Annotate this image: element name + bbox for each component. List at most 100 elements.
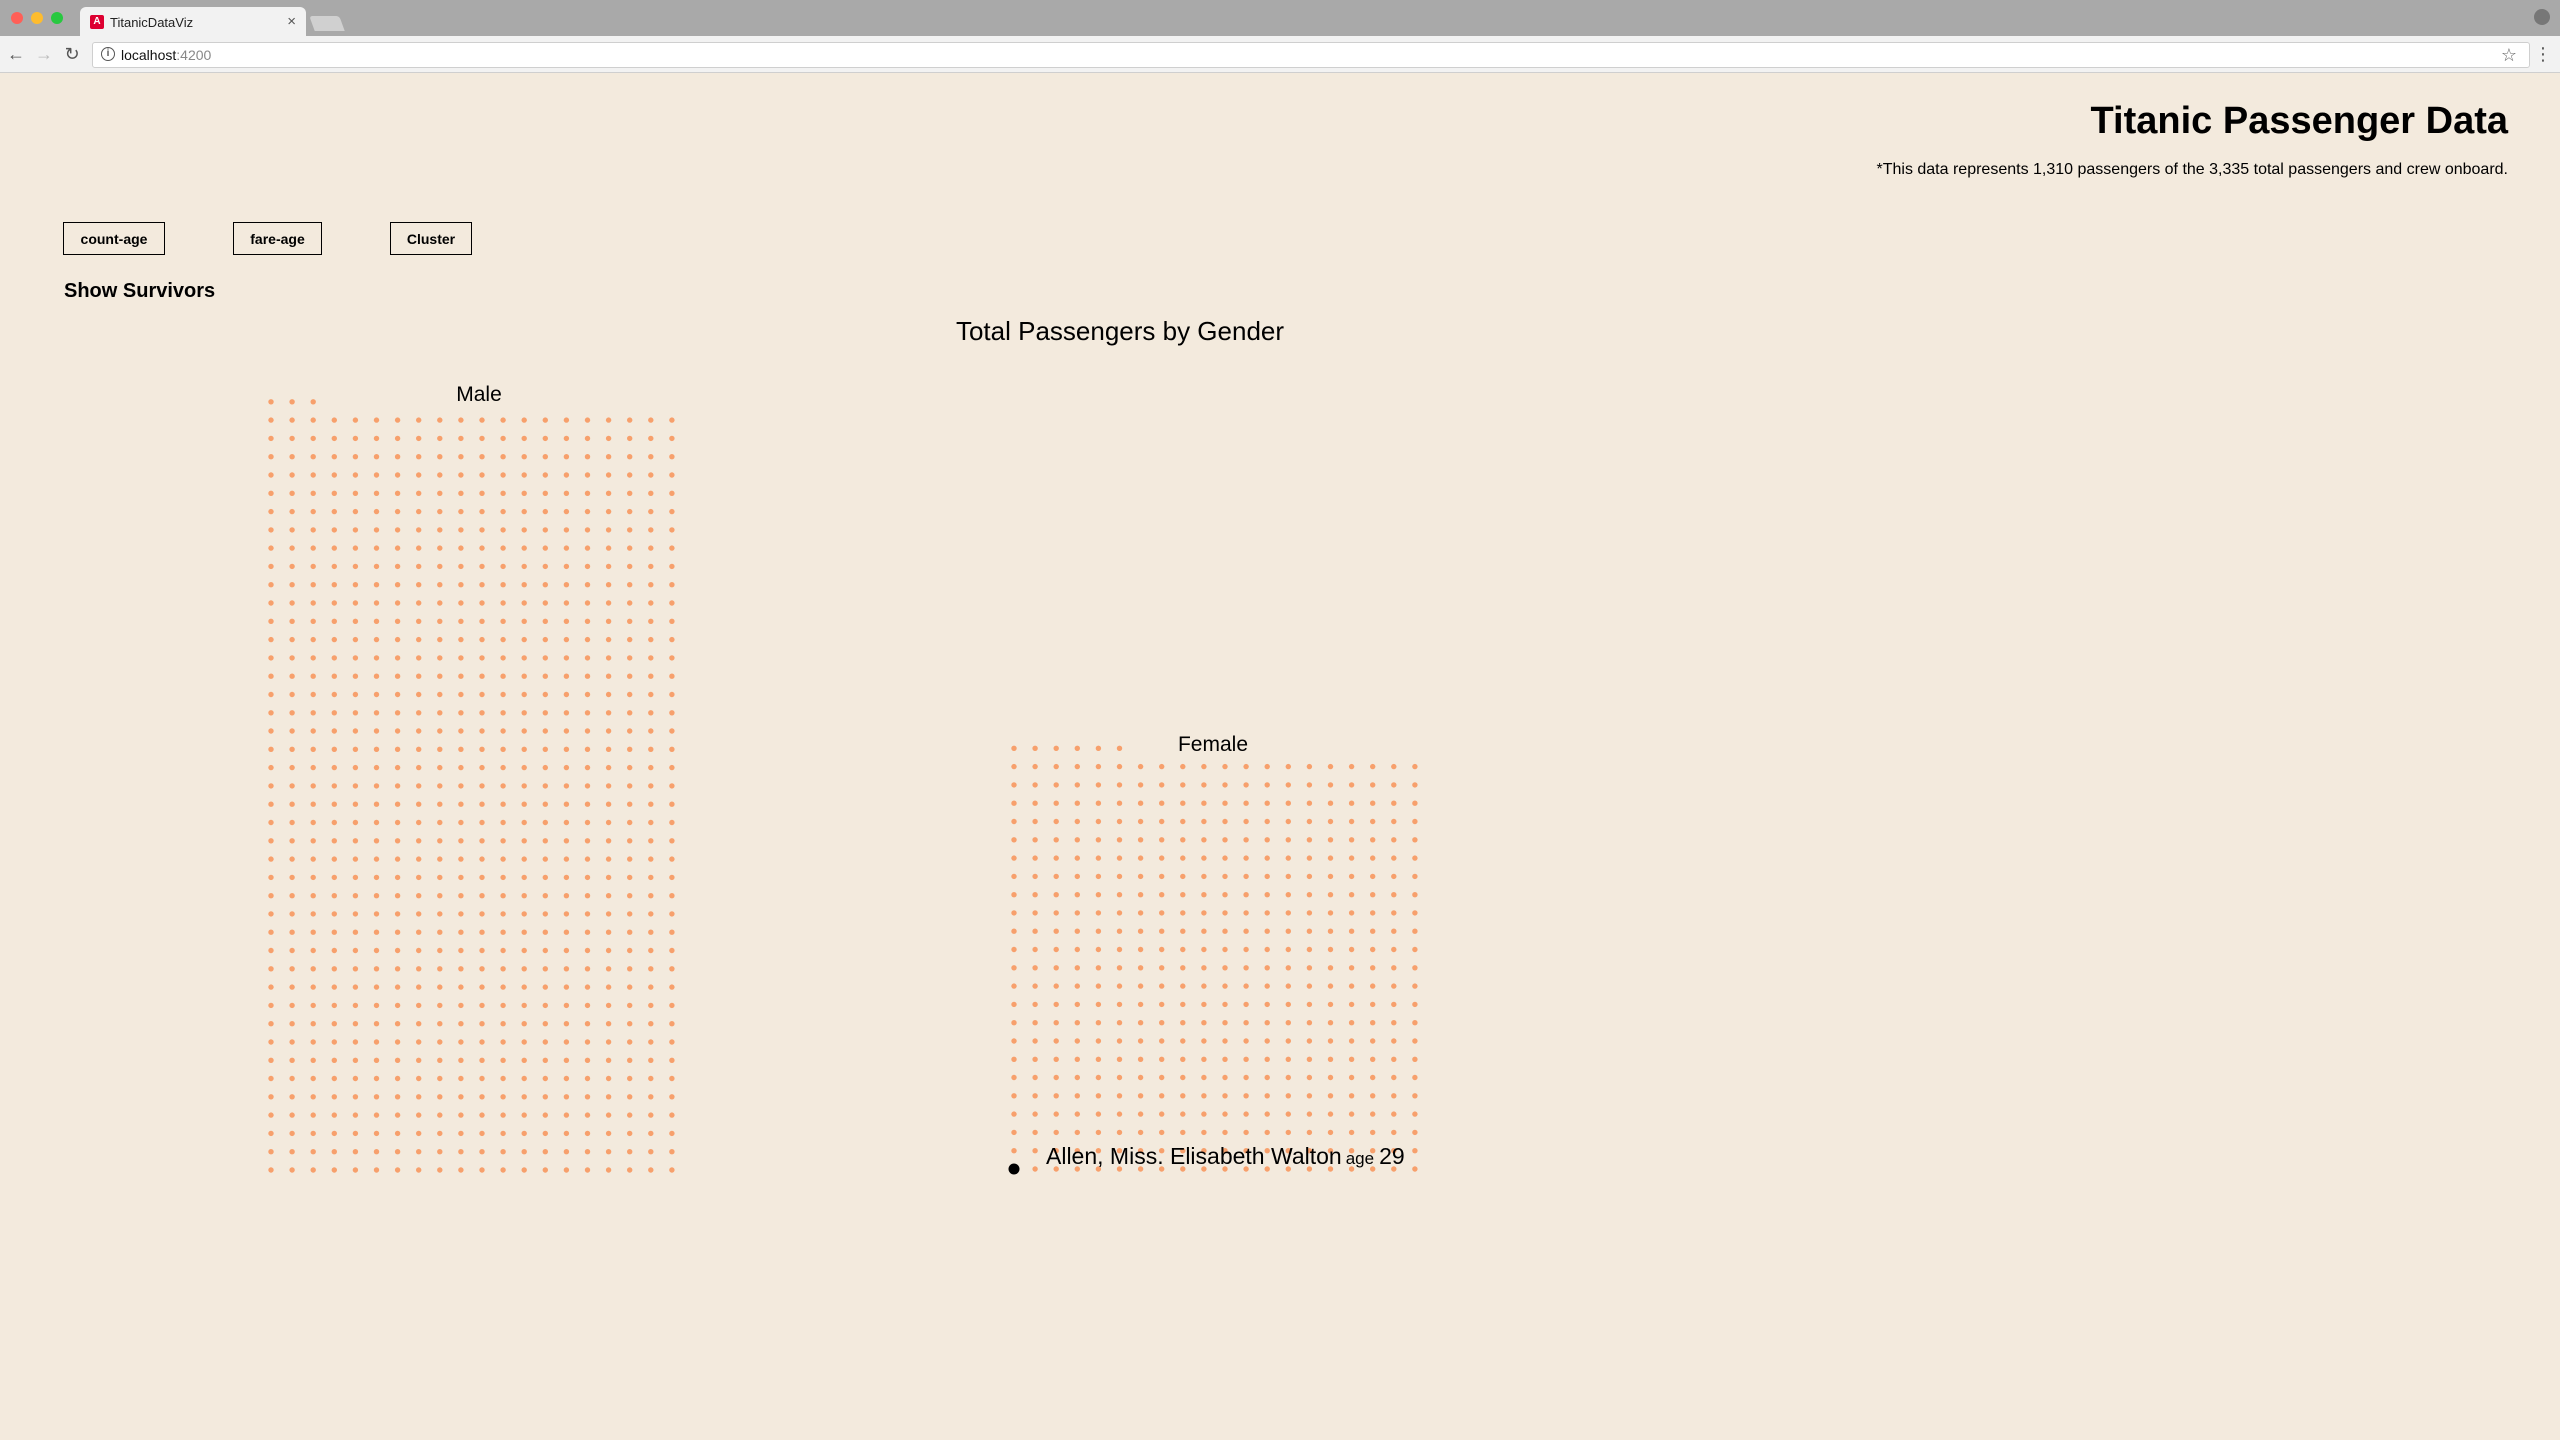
female-passenger-dot[interactable] bbox=[1264, 928, 1270, 934]
female-passenger-dot[interactable] bbox=[1137, 1001, 1144, 1008]
female-passenger-dot[interactable] bbox=[1222, 1038, 1228, 1044]
male-passenger-dot[interactable] bbox=[289, 1057, 295, 1064]
male-passenger-dot[interactable] bbox=[627, 893, 633, 899]
male-passenger-dot[interactable] bbox=[479, 636, 485, 643]
female-passenger-dot[interactable] bbox=[1222, 1001, 1228, 1008]
female-passenger-dot[interactable] bbox=[1348, 837, 1355, 843]
male-passenger-dot[interactable] bbox=[352, 984, 359, 990]
male-passenger-dot[interactable] bbox=[437, 1149, 443, 1155]
male-passenger-dot[interactable] bbox=[605, 1057, 612, 1064]
male-passenger-dot[interactable] bbox=[648, 947, 654, 954]
male-passenger-dot[interactable] bbox=[627, 1002, 633, 1009]
female-passenger-dot[interactable] bbox=[1137, 965, 1144, 971]
female-passenger-dot[interactable] bbox=[1412, 800, 1418, 806]
male-passenger-dot[interactable] bbox=[289, 893, 295, 899]
male-passenger-dot[interactable] bbox=[437, 563, 443, 570]
male-passenger-dot[interactable] bbox=[437, 893, 443, 899]
male-passenger-dot[interactable] bbox=[500, 545, 506, 551]
female-passenger-dot[interactable] bbox=[1327, 763, 1334, 770]
female-passenger-dot[interactable] bbox=[1159, 855, 1165, 861]
male-passenger-dot[interactable] bbox=[373, 1002, 380, 1009]
female-passenger-dot[interactable] bbox=[1285, 1001, 1292, 1008]
male-passenger-dot[interactable] bbox=[500, 1112, 506, 1118]
male-passenger-dot[interactable] bbox=[648, 582, 654, 588]
male-passenger-dot[interactable] bbox=[669, 545, 675, 551]
female-passenger-dot[interactable] bbox=[1180, 928, 1186, 934]
female-passenger-dot[interactable] bbox=[1032, 1166, 1038, 1172]
male-passenger-dot[interactable] bbox=[331, 545, 337, 551]
male-passenger-dot[interactable] bbox=[521, 1021, 527, 1027]
male-passenger-dot[interactable] bbox=[268, 893, 274, 899]
male-passenger-dot[interactable] bbox=[542, 545, 548, 551]
male-passenger-dot[interactable] bbox=[289, 490, 295, 496]
male-passenger-dot[interactable] bbox=[669, 472, 675, 478]
male-passenger-dot[interactable] bbox=[331, 1112, 337, 1118]
male-passenger-dot[interactable] bbox=[563, 764, 570, 771]
female-passenger-dot[interactable] bbox=[1327, 1001, 1334, 1008]
female-passenger-dot[interactable] bbox=[1053, 1020, 1059, 1026]
male-passenger-dot[interactable] bbox=[479, 911, 485, 917]
female-passenger-dot[interactable] bbox=[1285, 855, 1292, 861]
female-passenger-dot[interactable] bbox=[1327, 818, 1334, 825]
male-passenger-dot[interactable] bbox=[289, 1039, 295, 1045]
male-passenger-dot[interactable] bbox=[394, 783, 401, 789]
male-passenger-dot[interactable] bbox=[289, 582, 295, 588]
male-passenger-dot[interactable] bbox=[458, 947, 464, 954]
female-passenger-dot[interactable] bbox=[1348, 818, 1355, 825]
male-passenger-dot[interactable] bbox=[416, 1002, 422, 1009]
female-passenger-dot[interactable] bbox=[1053, 983, 1059, 989]
male-passenger-dot[interactable] bbox=[584, 966, 591, 972]
female-passenger-dot[interactable] bbox=[1264, 800, 1270, 806]
male-passenger-dot[interactable] bbox=[563, 1057, 570, 1064]
female-passenger-dot[interactable] bbox=[1053, 965, 1059, 971]
male-passenger-dot[interactable] bbox=[458, 454, 464, 460]
female-passenger-dot[interactable] bbox=[1032, 818, 1038, 825]
male-passenger-dot[interactable] bbox=[500, 1149, 506, 1155]
male-passenger-dot[interactable] bbox=[563, 490, 570, 496]
female-passenger-dot[interactable] bbox=[1159, 1001, 1165, 1008]
male-passenger-dot[interactable] bbox=[331, 417, 337, 423]
female-passenger-dot[interactable] bbox=[1285, 1020, 1292, 1026]
male-passenger-dot[interactable] bbox=[479, 1057, 485, 1064]
male-passenger-dot[interactable] bbox=[310, 801, 316, 807]
male-passenger-dot[interactable] bbox=[352, 838, 359, 844]
male-passenger-dot[interactable] bbox=[542, 655, 548, 661]
male-passenger-dot[interactable] bbox=[669, 1057, 675, 1064]
male-passenger-dot[interactable] bbox=[458, 1167, 464, 1173]
male-passenger-dot[interactable] bbox=[584, 435, 591, 442]
male-passenger-dot[interactable] bbox=[268, 527, 274, 533]
male-passenger-dot[interactable] bbox=[563, 582, 570, 588]
female-passenger-dot[interactable] bbox=[1032, 1148, 1038, 1154]
male-passenger-dot[interactable] bbox=[268, 636, 274, 643]
male-passenger-dot[interactable] bbox=[521, 490, 527, 496]
male-passenger-dot[interactable] bbox=[648, 527, 654, 533]
female-passenger-dot[interactable] bbox=[1116, 928, 1123, 934]
male-passenger-dot[interactable] bbox=[521, 728, 527, 734]
male-passenger-dot[interactable] bbox=[521, 600, 527, 606]
male-passenger-dot[interactable] bbox=[563, 874, 570, 881]
female-passenger-dot[interactable] bbox=[1391, 782, 1397, 788]
male-passenger-dot[interactable] bbox=[394, 947, 401, 954]
male-passenger-dot[interactable] bbox=[373, 1094, 380, 1100]
male-passenger-dot[interactable] bbox=[352, 1057, 359, 1064]
male-passenger-dot[interactable] bbox=[605, 947, 612, 954]
male-passenger-dot[interactable] bbox=[394, 856, 401, 862]
male-passenger-dot[interactable] bbox=[394, 874, 401, 881]
female-passenger-dot[interactable] bbox=[1137, 928, 1144, 934]
female-passenger-dot[interactable] bbox=[1222, 910, 1228, 916]
male-passenger-dot[interactable] bbox=[352, 618, 359, 624]
male-passenger-dot[interactable] bbox=[479, 764, 485, 771]
female-passenger-dot[interactable] bbox=[1074, 965, 1081, 971]
female-passenger-dot[interactable] bbox=[1222, 892, 1228, 898]
male-passenger-dot[interactable] bbox=[394, 764, 401, 771]
male-passenger-dot[interactable] bbox=[500, 1094, 506, 1100]
male-passenger-dot[interactable] bbox=[605, 636, 612, 643]
male-passenger-dot[interactable] bbox=[563, 691, 570, 698]
male-passenger-dot[interactable] bbox=[542, 600, 548, 606]
male-passenger-dot[interactable] bbox=[394, 490, 401, 496]
female-passenger-dot[interactable] bbox=[1264, 892, 1270, 898]
male-passenger-dot[interactable] bbox=[310, 746, 316, 752]
female-passenger-dot[interactable] bbox=[1053, 745, 1059, 751]
male-passenger-dot[interactable] bbox=[394, 746, 401, 752]
male-passenger-dot[interactable] bbox=[584, 1039, 591, 1045]
